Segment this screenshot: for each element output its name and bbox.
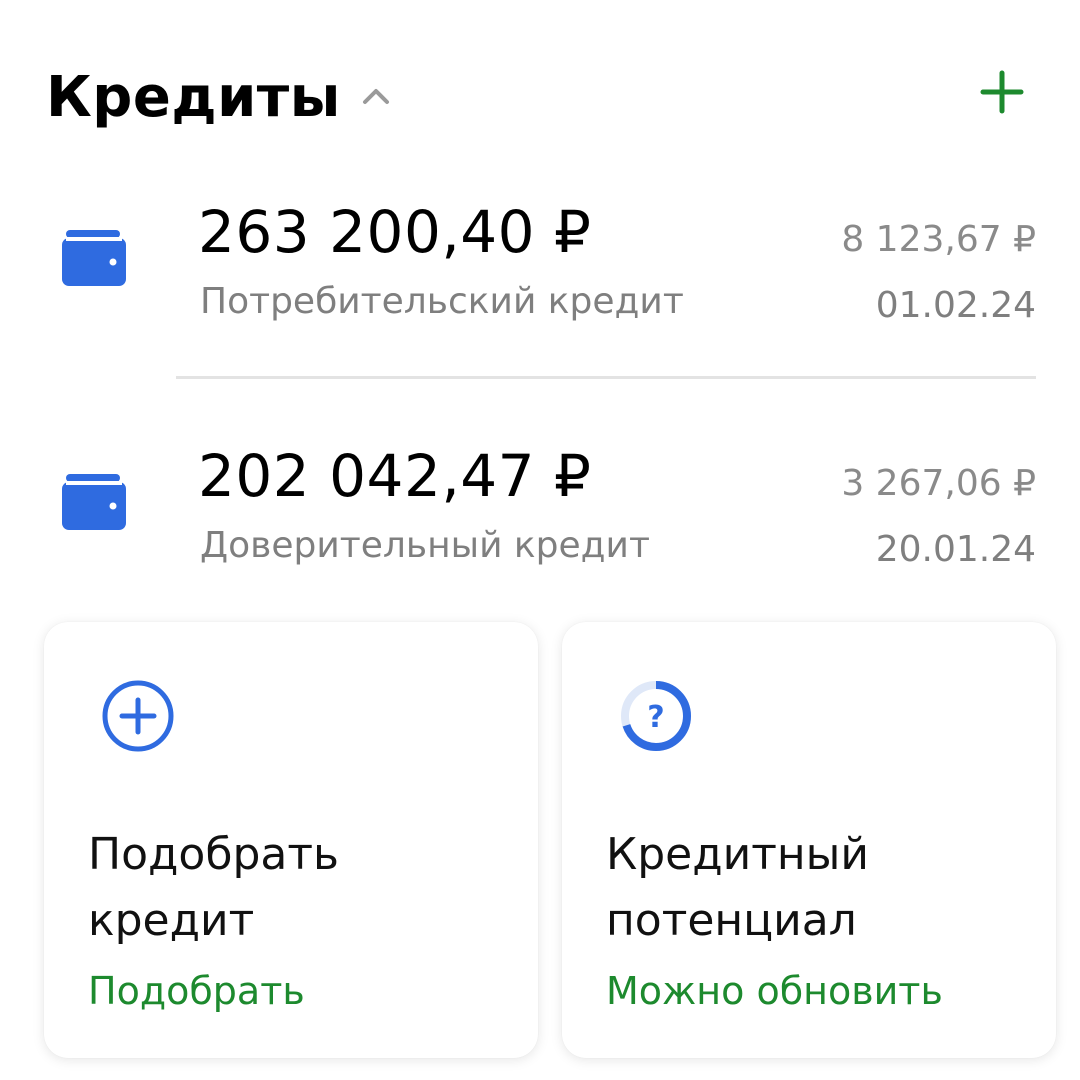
plus-icon [980,70,1024,114]
plus-circle-icon [102,680,174,752]
loan-amount: 202 042,47 ₽ [198,442,592,510]
section-toggle[interactable]: Кредиты [46,62,391,134]
card-action-link[interactable]: Подобрать [88,964,305,1018]
card-title: Подобрать кредит [88,829,339,946]
add-credit-button[interactable] [978,68,1026,116]
card-action-link[interactable]: Можно обновить [606,964,943,1018]
loan-payment: 8 123,67 ₽ [841,219,1036,260]
section-header: Кредиты [46,62,1036,134]
pick-credit-card[interactable]: Подобрать кредит Подобрать [44,622,538,1058]
loan-payment-date: 01.02.24 [875,285,1036,326]
svg-text:?: ? [647,700,664,735]
credit-potential-card[interactable]: ? Кредитный потенциал Можно обновить [562,622,1056,1058]
credits-screen: Кредиты 263 200,40 ₽ Потребительский кре… [0,0,1080,1080]
loan-name: Доверительный кредит [200,525,650,566]
loan-item[interactable]: 263 200,40 ₽ Потребительский кредит 8 12… [0,188,1080,338]
divider [176,376,1036,379]
loan-payment-date: 20.01.24 [875,529,1036,570]
chevron-up-icon[interactable] [361,86,391,106]
card-title: Кредитный потенциал [606,829,869,946]
wallet-icon [62,474,126,530]
loan-name: Потребительский кредит [200,281,684,322]
loan-amount: 263 200,40 ₽ [198,198,592,266]
wallet-icon [62,230,126,286]
section-title: Кредиты [46,65,341,130]
question-progress-icon: ? [621,681,691,751]
loan-item[interactable]: 202 042,47 ₽ Доверительный кредит 3 267,… [0,432,1080,582]
loan-payment: 3 267,06 ₽ [841,463,1036,504]
